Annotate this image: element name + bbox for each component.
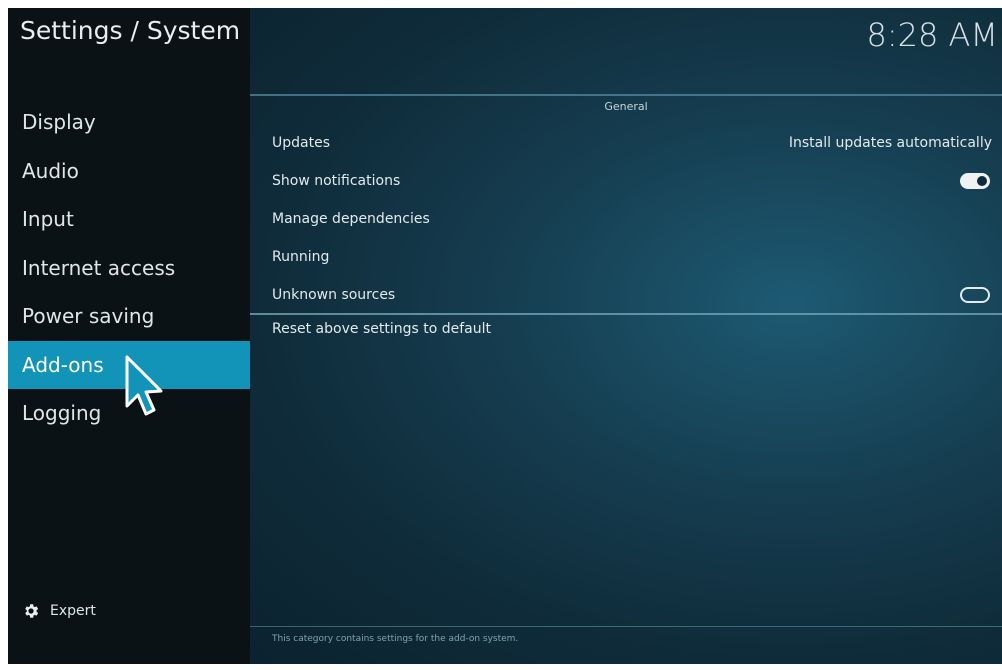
setting-manage-dependencies[interactable]: Manage dependencies: [250, 200, 1002, 238]
sidebar-item-input[interactable]: Input: [8, 195, 250, 244]
expert-label: Expert: [50, 603, 96, 619]
setting-running[interactable]: Running: [250, 238, 1002, 276]
expert-level-button[interactable]: Expert: [22, 602, 96, 620]
settings-list: Updates Install updates automatically Sh…: [250, 124, 1002, 314]
sidebar-item-display[interactable]: Display: [8, 98, 250, 147]
clock: 8:28 AM: [866, 16, 998, 54]
gear-icon: [25, 604, 39, 618]
setting-show-notifications[interactable]: Show notifications: [250, 162, 1002, 200]
setting-value: Install updates automatically: [788, 135, 992, 151]
kodi-window: Settings / System Display Audio Input In…: [8, 8, 1002, 664]
setting-label: Unknown sources: [272, 287, 396, 303]
setting-label: Show notifications: [272, 173, 401, 189]
divider: [250, 626, 1002, 627]
sidebar-item-audio[interactable]: Audio: [8, 147, 250, 196]
settings-panel: 8:28 AM General Updates Install updates …: [250, 8, 1002, 664]
sidebar-item-internet-access[interactable]: Internet access: [8, 244, 250, 293]
section-header-general: General: [604, 100, 648, 113]
toggle-switch-on[interactable]: [960, 173, 990, 189]
mouse-pointer-icon: [125, 355, 163, 416]
setting-unknown-sources[interactable]: Unknown sources: [250, 276, 1002, 314]
setting-label: Manage dependencies: [272, 211, 430, 227]
toggle-switch-off[interactable]: [960, 287, 990, 303]
category-description: This category contains settings for the …: [272, 634, 519, 644]
setting-label: Running: [272, 249, 330, 265]
page-title: Settings / System: [20, 16, 241, 45]
setting-label: Updates: [272, 135, 330, 151]
sidebar-item-power-saving[interactable]: Power saving: [8, 292, 250, 341]
setting-updates[interactable]: Updates Install updates automatically: [250, 124, 1002, 162]
divider: [250, 313, 1002, 315]
reset-settings-button[interactable]: Reset above settings to default: [272, 321, 491, 337]
divider: [250, 94, 1002, 96]
sidebar: Settings / System Display Audio Input In…: [8, 8, 250, 664]
